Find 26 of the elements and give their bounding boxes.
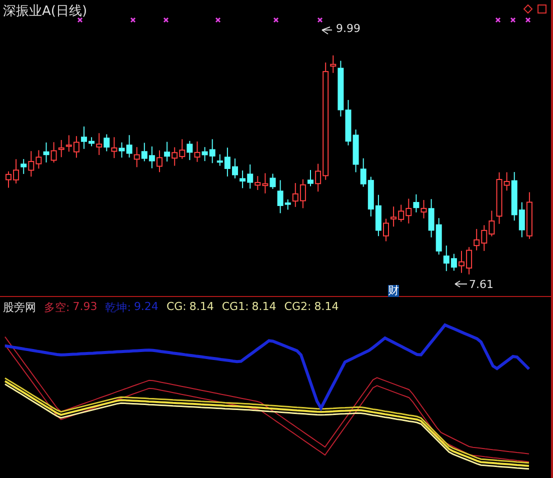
- square-icon[interactable]: [537, 4, 547, 14]
- leader-line: [322, 26, 332, 34]
- high-price-label: 9.99: [336, 22, 360, 35]
- candlestick: [383, 218, 389, 242]
- readout-value: 8.14: [314, 300, 339, 315]
- candlestick: [232, 158, 238, 179]
- readout-label: CG1:: [222, 300, 249, 315]
- readout-value: 8.14: [252, 300, 276, 315]
- diamond-icon[interactable]: [523, 4, 533, 14]
- event-marker: 财: [388, 285, 399, 297]
- indicator-name: 股旁网: [3, 300, 36, 315]
- candlestick: [6, 170, 12, 188]
- readout-label: 乾坤:: [105, 300, 131, 315]
- readout-value: 9.24: [134, 300, 158, 315]
- low-price-label: 7.61: [469, 278, 494, 291]
- readout-label: CG2:: [284, 300, 312, 315]
- readout-label: CG:: [166, 300, 186, 315]
- chart-title: 深振业A(日线): [3, 3, 88, 20]
- candlestick: [81, 126, 87, 150]
- leader-line: [454, 280, 468, 288]
- readout-label: 多空:: [44, 300, 70, 315]
- candlestick: [156, 150, 162, 173]
- candlestick: [308, 169, 314, 187]
- readout-value: 8.14: [189, 300, 214, 315]
- readout-value: 7.93: [72, 300, 98, 315]
- candlestick: [458, 250, 464, 274]
